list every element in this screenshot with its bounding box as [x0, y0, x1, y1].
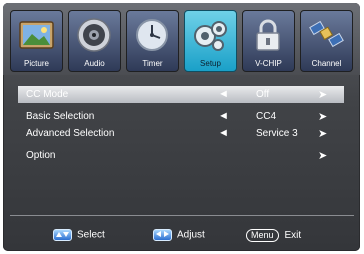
up-down-keys-icon [53, 229, 72, 241]
footer-divider [10, 215, 354, 216]
speaker-icon [77, 18, 111, 52]
satellite-icon [309, 20, 344, 48]
menu-row-basic-selection[interactable]: Basic Selection ◄ CC4 ➤ [18, 108, 344, 125]
menu-value: Service 3 [256, 128, 298, 139]
left-right-keys-icon [153, 229, 172, 241]
left-arrow-icon[interactable]: ◄ [218, 88, 229, 100]
tab-label-channel: Channel [311, 59, 342, 68]
menu-row-option[interactable]: Option ➤ [18, 147, 344, 164]
left-arrow-icon[interactable]: ◄ [218, 110, 229, 122]
tab-vchip[interactable]: V-CHIP [242, 10, 295, 72]
exit-label: Exit [284, 230, 302, 242]
tab-label-picture: Picture [24, 59, 49, 68]
menu-row-cc-mode[interactable]: CC Mode ◄ Off ➤ [18, 86, 344, 103]
footer-hints: Select Adjust Menu Exit [0, 224, 364, 246]
tab-setup[interactable]: Setup [184, 10, 237, 72]
select-label: Select [77, 229, 105, 241]
tab-audio[interactable]: Audio [68, 10, 121, 72]
right-arrow-icon[interactable]: ➤ [318, 149, 327, 162]
right-arrow-icon[interactable]: ➤ [318, 127, 327, 140]
tab-label-vchip: V-CHIP [255, 59, 282, 68]
adjust-hint: Adjust [153, 229, 205, 241]
right-arrow-icon[interactable]: ➤ [318, 88, 327, 101]
screen-frame: Picture Audio Timer Setup V-CHIP Channel… [0, 0, 364, 254]
tab-picture[interactable]: Picture [10, 10, 63, 72]
menu-key: Menu [246, 229, 279, 242]
menu-row-advanced-selection[interactable]: Advanced Selection ◄ Service 3 ➤ [18, 125, 344, 142]
menu-label: Basic Selection [26, 111, 95, 122]
tab-channel[interactable]: Channel [300, 10, 353, 72]
picture-icon [19, 21, 54, 49]
menu-value: Off [256, 89, 270, 100]
left-arrow-icon[interactable]: ◄ [218, 127, 229, 139]
tab-label-timer: Timer [142, 59, 163, 68]
exit-hint: Menu Exit [246, 229, 301, 242]
tab-timer[interactable]: Timer [126, 10, 179, 72]
clock-icon [136, 19, 168, 51]
right-arrow-icon[interactable]: ➤ [318, 110, 327, 123]
adjust-label: Adjust [177, 229, 205, 241]
select-hint: Select [53, 229, 105, 241]
menu-label: CC Mode [26, 89, 69, 100]
menu-label: Advanced Selection [26, 128, 115, 139]
tab-label-setup: Setup [200, 59, 221, 68]
menu-label: Option [26, 150, 56, 161]
tab-label-audio: Audio [84, 59, 105, 68]
gears-icon [194, 21, 227, 51]
menu-value: CC4 [256, 111, 277, 122]
lock-icon [256, 19, 280, 51]
